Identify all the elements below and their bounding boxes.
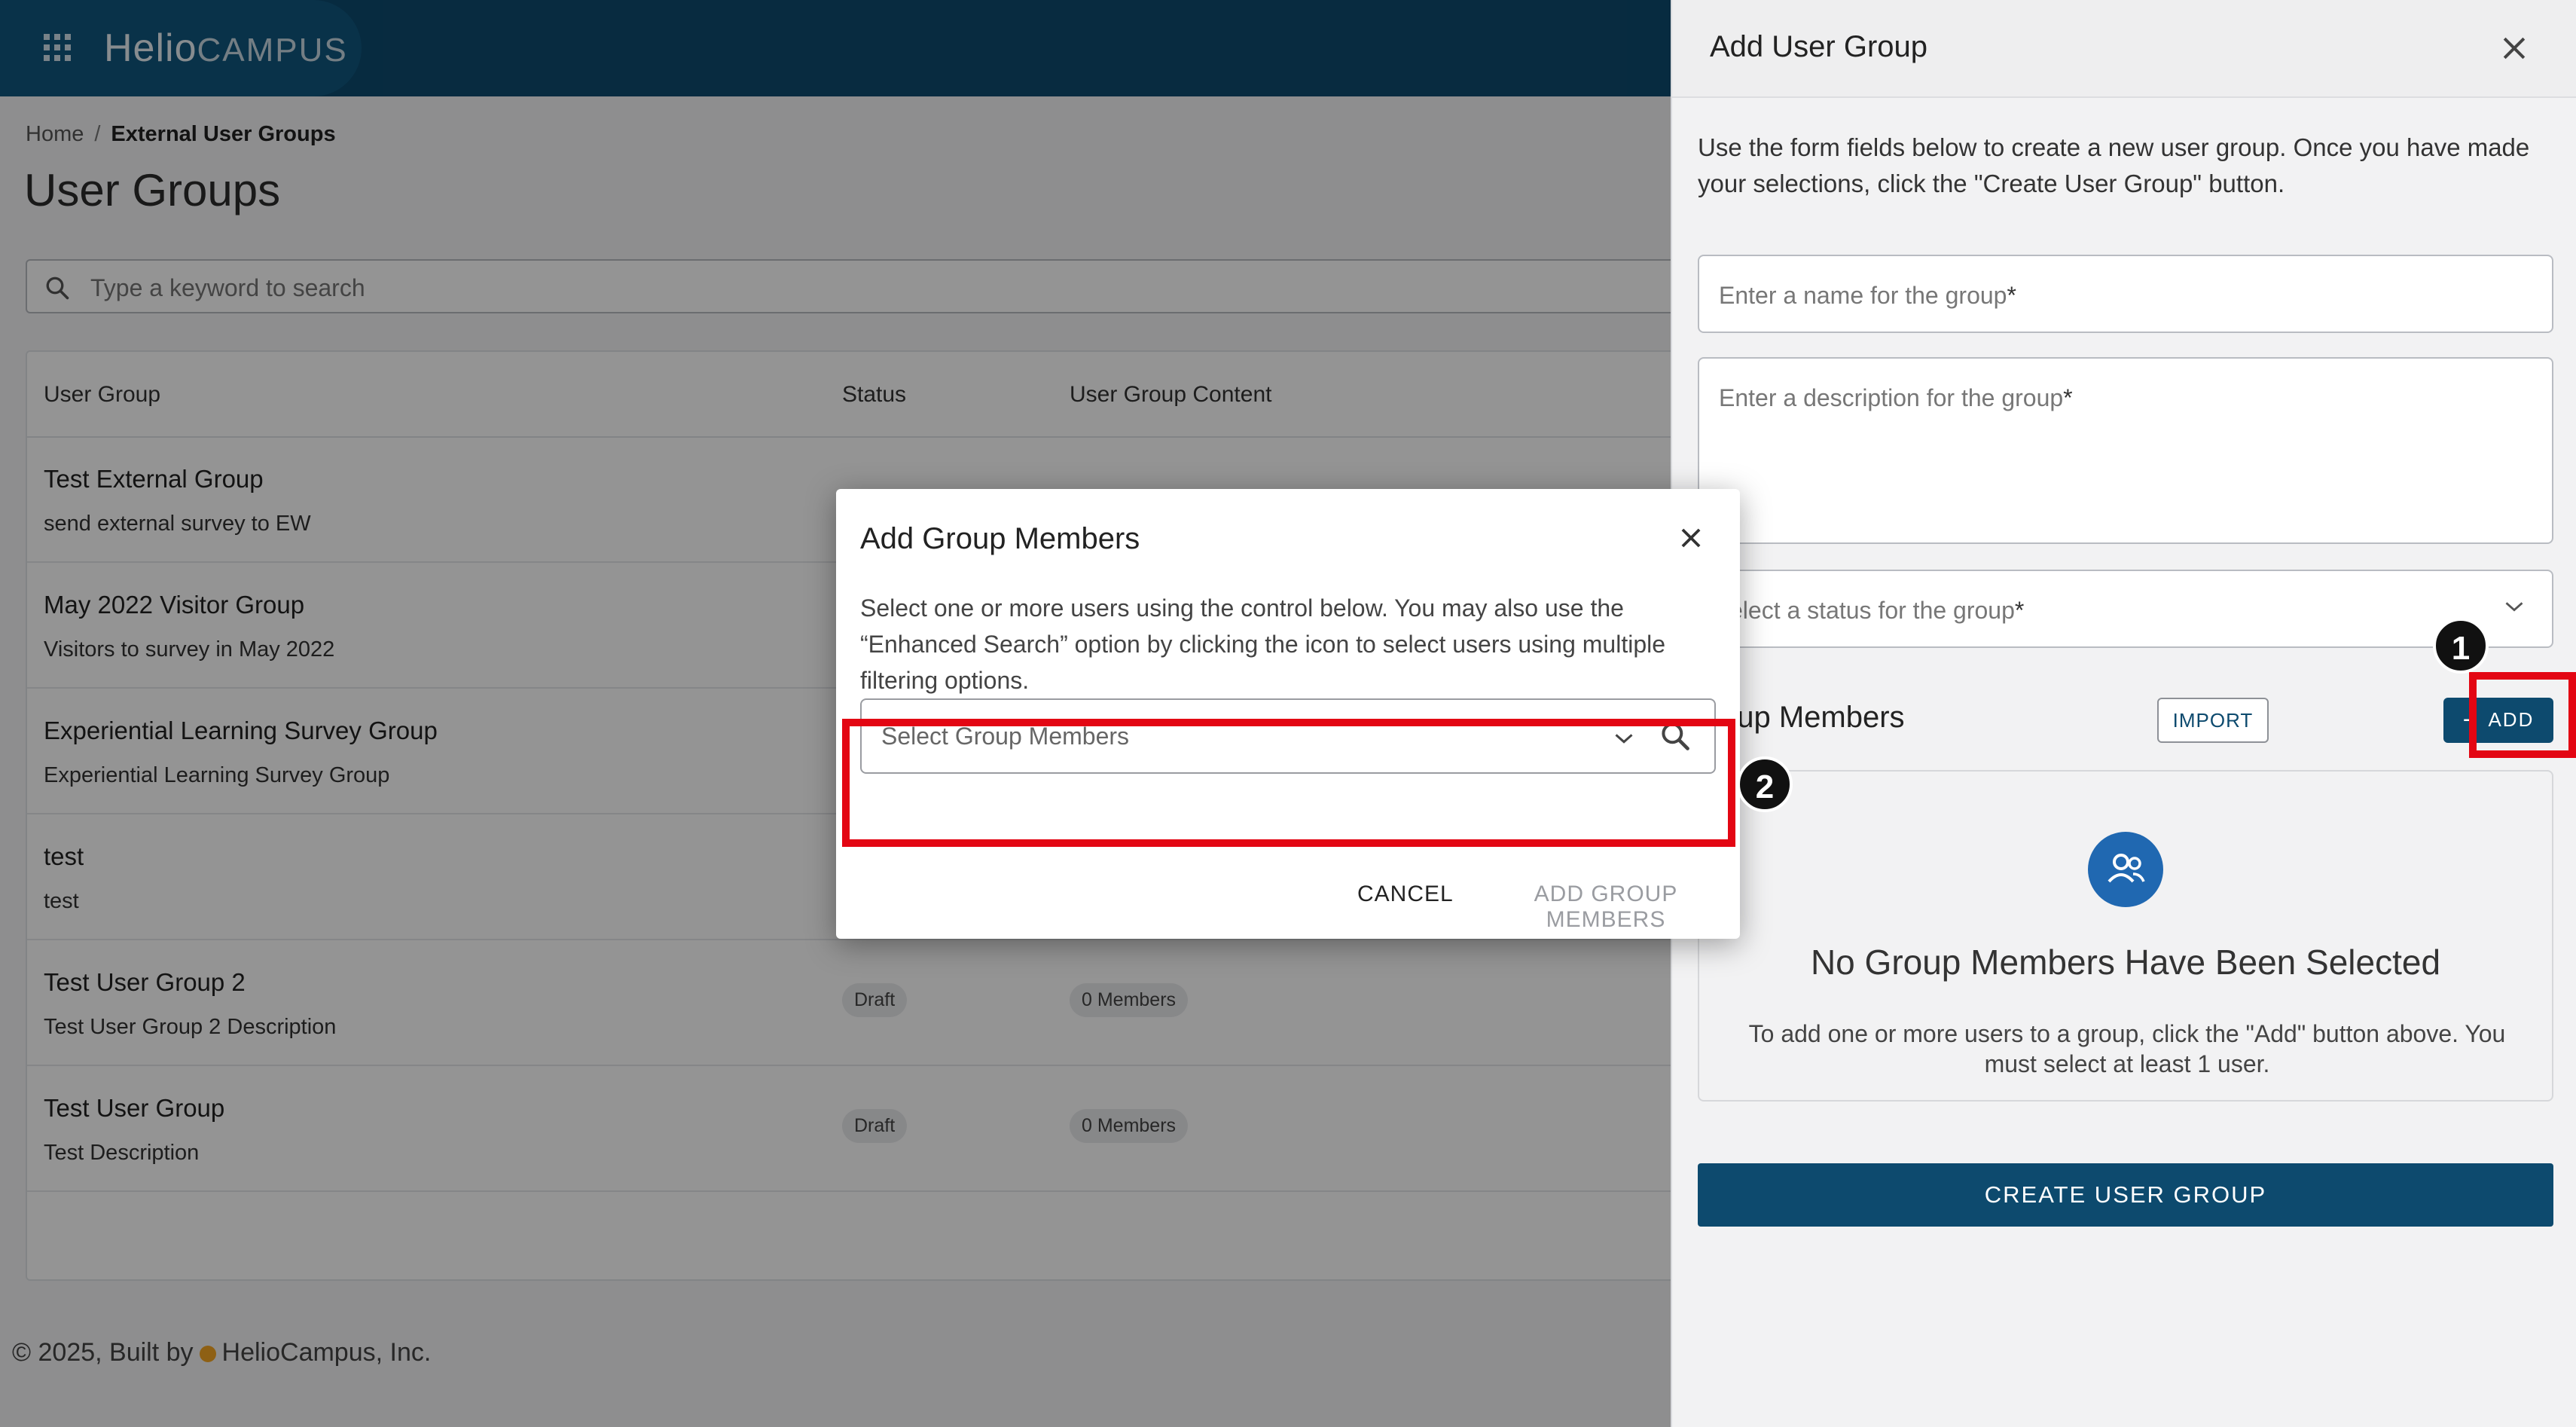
group-description-field[interactable]: Enter a description for the group* — [1698, 357, 2553, 544]
close-icon[interactable] — [1677, 524, 1705, 552]
drawer-intro-text: Use the form fields below to create a ne… — [1698, 133, 2530, 197]
add-group-members-dialog: Add Group Members Select one or more use… — [836, 489, 1740, 939]
add-group-members-button[interactable]: ADD GROUP MEMBERS — [1472, 881, 1740, 934]
empty-state-title: No Group Members Have Been Selected — [1810, 943, 2441, 982]
annotation-badge-1: 1 — [2433, 618, 2489, 674]
chevron-down-icon — [2505, 602, 2523, 612]
group-status-placeholder: elect a status for the group* — [1729, 597, 2025, 624]
close-icon[interactable] — [2498, 32, 2531, 65]
annotation-badge-2: 2 — [1737, 756, 1793, 812]
annotation-highlight-select — [842, 719, 1735, 847]
add-user-group-drawer: Add User Group Use the form fields below… — [1671, 0, 2576, 1427]
dialog-body-text: Select one or more users using the contr… — [860, 594, 1666, 694]
group-name-field[interactable]: Enter a name for the group* — [1698, 255, 2553, 333]
group-users-icon — [2088, 832, 2163, 907]
drawer-header: Add User Group — [1672, 0, 2576, 98]
group-status-select[interactable]: elect a status for the group* — [1698, 570, 2553, 648]
empty-members-card: No Group Members Have Been Selected To a… — [1698, 770, 2553, 1102]
annotation-highlight-add — [2469, 672, 2576, 758]
group-members-section-title: oup Members — [1720, 701, 1905, 734]
drawer-title: Add User Group — [1710, 30, 1928, 63]
dialog-title: Add Group Members — [860, 522, 1140, 555]
group-name-placeholder: Enter a name for the group* — [1719, 282, 2016, 309]
create-user-group-button[interactable]: CREATE USER GROUP — [1698, 1163, 2553, 1227]
empty-state-text: To add one or more users to a group, cli… — [1748, 1020, 2506, 1077]
cancel-button[interactable]: CANCEL — [1353, 881, 1458, 908]
import-button[interactable]: IMPORT — [2157, 698, 2269, 743]
group-description-placeholder: Enter a description for the group* — [1719, 384, 2073, 411]
